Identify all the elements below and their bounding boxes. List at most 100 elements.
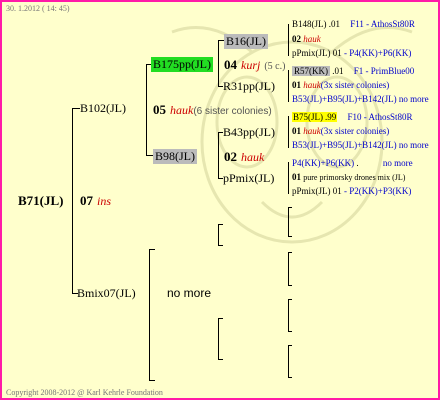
connector-line <box>146 155 153 156</box>
grandfather-info: 02 hauk <box>224 148 264 166</box>
b43-mother-info: F10 - AthosSt80R <box>347 112 413 122</box>
connector-line <box>288 162 289 194</box>
ggm-b43pp[interactable]: B43pp(JL) <box>223 125 275 140</box>
connector-line <box>288 377 292 378</box>
r31-mother-name: R57(KK) <box>292 66 330 76</box>
root-queen-info: 07 ins <box>80 192 111 210</box>
r31-gen: 01 <box>292 80 301 90</box>
r31-father-line[interactable]: B53(JL)+B95(JL)+B142(JL) no more <box>292 94 429 104</box>
b43-breeder: hauk <box>303 126 321 136</box>
r31-mother-line[interactable]: R57(KK) .01 F1 - PrimBlue00 <box>292 66 414 76</box>
connector-line <box>218 224 219 246</box>
root-generation: 07 <box>80 193 93 208</box>
b16-mother-name: B148(JL) <box>292 19 327 29</box>
connector-line <box>288 70 289 102</box>
ppmix-mother-dot: . <box>356 158 359 168</box>
r31-mother-num: .01 <box>332 66 344 76</box>
ppmix-generation-line: 01 pure primorsky drones mix (JL) <box>292 172 405 182</box>
mother-queen[interactable]: B102(JL) <box>80 101 126 116</box>
grandmother-queen[interactable]: B175pp(JL) <box>151 57 213 72</box>
connector-line <box>146 64 147 156</box>
ppmix-note: pure primorsky drones mix (JL) <box>303 173 406 182</box>
ppmix-father-line[interactable]: pPmix(JL) 01 - P2(KK)+P3(KK) <box>292 186 411 196</box>
connector-line <box>288 24 289 56</box>
connector-line <box>288 299 289 332</box>
connector-line <box>218 318 223 319</box>
b16-father-name: pPmix(JL) <box>292 48 331 58</box>
ppmix-mother-line[interactable]: P4(KK)+P6(KK) . no more <box>292 158 413 168</box>
r31-father-more: no more <box>398 94 429 104</box>
connector-line <box>149 249 155 250</box>
connector-line <box>218 132 219 179</box>
pedigree-page: { "header": "30. 1.2012 ( 14: 45)", "foo… <box>0 0 440 400</box>
ppmix-father-info: - P2(KK)+P3(KK) <box>344 186 412 196</box>
r31-note: (3x sister colonies) <box>320 80 390 90</box>
connector-line <box>288 207 292 208</box>
r31-mother-info: F1 - PrimBlue00 <box>353 66 415 76</box>
ppmix-gen: 01 <box>292 172 301 182</box>
root-breeder: ins <box>97 194 112 208</box>
connector-line <box>288 299 292 300</box>
copyright-footer: Copyright 2008-2012 @ Karl Kehrle Founda… <box>6 388 163 397</box>
connector-line <box>288 285 292 286</box>
grandfather-queen[interactable]: B98(JL) <box>153 149 197 164</box>
connector-line <box>288 207 289 237</box>
b16-breeder: hauk <box>303 34 321 44</box>
connector-line <box>149 380 155 381</box>
r31-generation-line: 01 hauk(3x sister colonies) <box>292 80 389 90</box>
root-queen[interactable]: B71(JL) <box>18 192 64 210</box>
b43-father-line[interactable]: B53(JL)+B95(JL)+B142(JL) no more <box>292 140 429 150</box>
grandfather-generation: 02 <box>224 149 237 164</box>
ppmix-mother-more: no more <box>382 158 413 168</box>
mother-breeder: hauk <box>170 103 194 117</box>
mother-info: 05 hauk(6 sister colonies) <box>153 101 272 119</box>
b16-gen: 02 <box>292 34 301 44</box>
connector-line <box>288 252 292 253</box>
connector-line <box>288 345 289 378</box>
b43-father-more: no more <box>398 140 429 150</box>
connector-line <box>72 108 73 294</box>
connector-line <box>288 116 289 148</box>
connector-line <box>218 224 223 225</box>
b43-note: (3x sister colonies) <box>320 126 390 136</box>
father-drones[interactable]: Bmix07(JL) <box>77 286 136 301</box>
b43-gen: 01 <box>292 126 301 136</box>
r31-father-text: B53(JL)+B95(JL)+B142(JL) <box>292 94 397 104</box>
grandmother-breeder: kurj <box>241 58 261 72</box>
connector-line <box>288 331 292 332</box>
b16-mother-line[interactable]: B148(JL) .01 F11 - AthosSt80R <box>292 19 415 29</box>
connector-line <box>218 245 223 246</box>
grandmother-note: (5 c.) <box>264 61 286 72</box>
timestamp-header: 30. 1.2012 ( 14: 45) <box>6 4 70 13</box>
father-no-more: no more <box>167 286 212 300</box>
ggm-r31pp[interactable]: R31pp(JL) <box>223 79 275 94</box>
b16-mother-info: F11 - AthosSt80R <box>350 19 415 29</box>
ggm-ppmix[interactable]: pPmix(JL) <box>223 171 274 186</box>
ppmix-father-num: 01 <box>332 186 342 196</box>
b43-mother-num: .99 <box>324 112 338 122</box>
mother-sister-note: (6 sister colonies) <box>193 106 272 117</box>
connector-line <box>149 249 150 381</box>
grandmother-generation: 04 <box>224 57 237 72</box>
b43-mother-name: B75(JL) <box>292 112 324 122</box>
b16-father-line[interactable]: pPmix(JL) 01 - P4(KK)+P6(KK) <box>292 48 411 58</box>
grandmother-info: 04 kurj (5 c.) <box>224 56 285 74</box>
b43-father-text: B53(JL)+B95(JL)+B142(JL) <box>292 140 397 150</box>
b16-generation-line: 02 hauk <box>292 34 321 44</box>
connector-line <box>288 345 292 346</box>
mother-generation: 05 <box>153 102 166 117</box>
grandfather-breeder: hauk <box>241 150 265 164</box>
ppmix-father-name: pPmix(JL) <box>292 186 331 196</box>
r31-breeder: hauk <box>303 80 321 90</box>
ppmix-mother-text: P4(KK)+P6(KK) <box>292 158 355 168</box>
root-queen-name: B71(JL) <box>18 193 64 208</box>
b16-father-num: 01 <box>332 48 342 58</box>
connector-line <box>218 40 219 87</box>
b43-generation-line: 01 hauk(3x sister colonies) <box>292 126 389 136</box>
connector-line <box>288 236 292 237</box>
ggm-b16[interactable]: B16(JL) <box>224 34 268 49</box>
b43-mother-line[interactable]: B75(JL) .99 F10 - AthosSt80R <box>292 112 413 122</box>
connector-line <box>72 108 80 109</box>
b16-mother-num: .01 <box>328 19 340 29</box>
connector-line <box>218 318 219 360</box>
